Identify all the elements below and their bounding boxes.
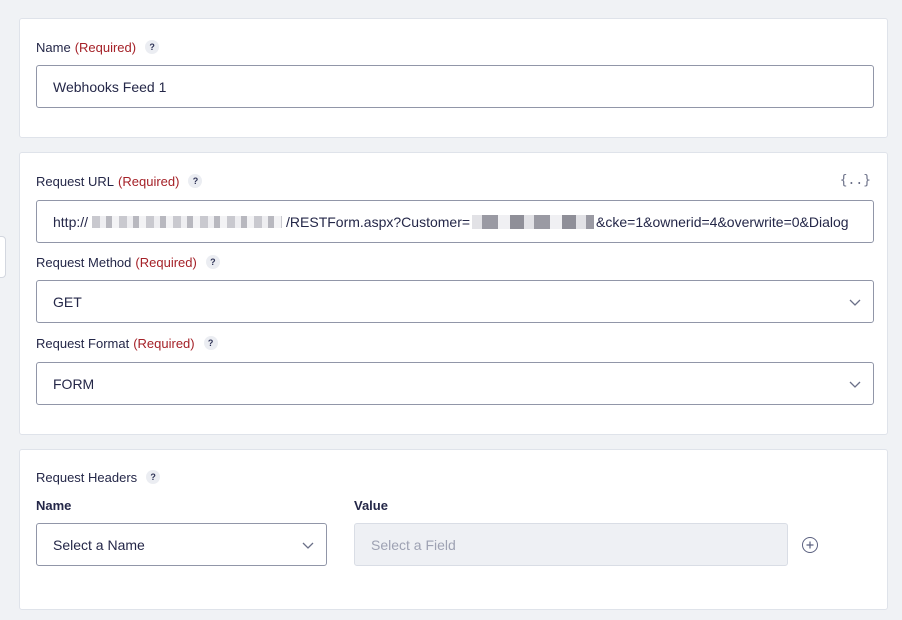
name-panel: Name (Required) ? Webhooks Feed 1 [19, 18, 888, 138]
header-value-placeholder: Select a Field [371, 536, 456, 553]
request-format-select[interactable]: FORM [36, 362, 874, 405]
header-value-column: Value [354, 498, 388, 513]
help-icon[interactable]: ? [146, 470, 161, 484]
merge-tag-icon[interactable]: {..} [840, 173, 871, 188]
headers-panel: Request Headers ? Name Value Select a Na… [19, 449, 888, 610]
side-panel-handle[interactable] [0, 236, 6, 278]
required-indicator: (Required) [135, 254, 197, 270]
name-label: Name (Required) ? [36, 39, 160, 55]
add-header-button[interactable] [802, 537, 818, 553]
url-prefix: http:// [53, 213, 89, 230]
plus-circle-icon [806, 541, 814, 549]
name-label-text: Name [36, 39, 71, 55]
help-icon[interactable]: ? [188, 174, 203, 188]
redacted-host [92, 215, 283, 228]
name-input-value: Webhooks Feed 1 [53, 78, 167, 95]
help-icon[interactable]: ? [145, 40, 160, 54]
request-url-input[interactable]: http:// /RESTForm.aspx?Customer= &cke=1&… [36, 200, 874, 243]
redacted-customer [472, 214, 595, 229]
request-panel: Request URL (Required) ? {..} http:// /R… [19, 152, 888, 435]
required-indicator: (Required) [118, 173, 180, 189]
header-value-field[interactable]: Select a Field [354, 523, 788, 566]
required-indicator: (Required) [74, 39, 137, 55]
name-input[interactable]: Webhooks Feed 1 [36, 65, 874, 108]
request-headers-label-text: Request Headers [36, 469, 138, 485]
request-format-value: FORM [53, 375, 95, 392]
request-format-label-text: Request Format [36, 335, 130, 351]
url-middle: /RESTForm.aspx?Customer= [286, 213, 471, 230]
request-url-label: Request URL (Required) ? [36, 173, 203, 189]
header-name-placeholder: Select a Name [53, 536, 145, 553]
chevron-down-icon [849, 299, 861, 306]
request-headers-label: Request Headers ? [36, 469, 161, 485]
request-url-label-text: Request URL [36, 173, 115, 189]
header-name-select[interactable]: Select a Name [36, 523, 327, 566]
request-method-select[interactable]: GET [36, 280, 874, 323]
chevron-down-icon [849, 381, 861, 388]
help-icon[interactable]: ? [203, 336, 218, 350]
chevron-down-icon [302, 542, 314, 549]
help-icon[interactable]: ? [205, 255, 220, 269]
request-format-label: Request Format (Required) ? [36, 335, 218, 351]
request-method-label-text: Request Method [36, 254, 132, 270]
request-method-value: GET [53, 293, 82, 310]
url-suffix: &cke=1&ownerid=4&overwrite=0&Dialog [596, 213, 849, 230]
header-name-column: Name [36, 498, 72, 513]
request-method-label: Request Method (Required) ? [36, 254, 220, 270]
required-indicator: (Required) [133, 335, 195, 351]
